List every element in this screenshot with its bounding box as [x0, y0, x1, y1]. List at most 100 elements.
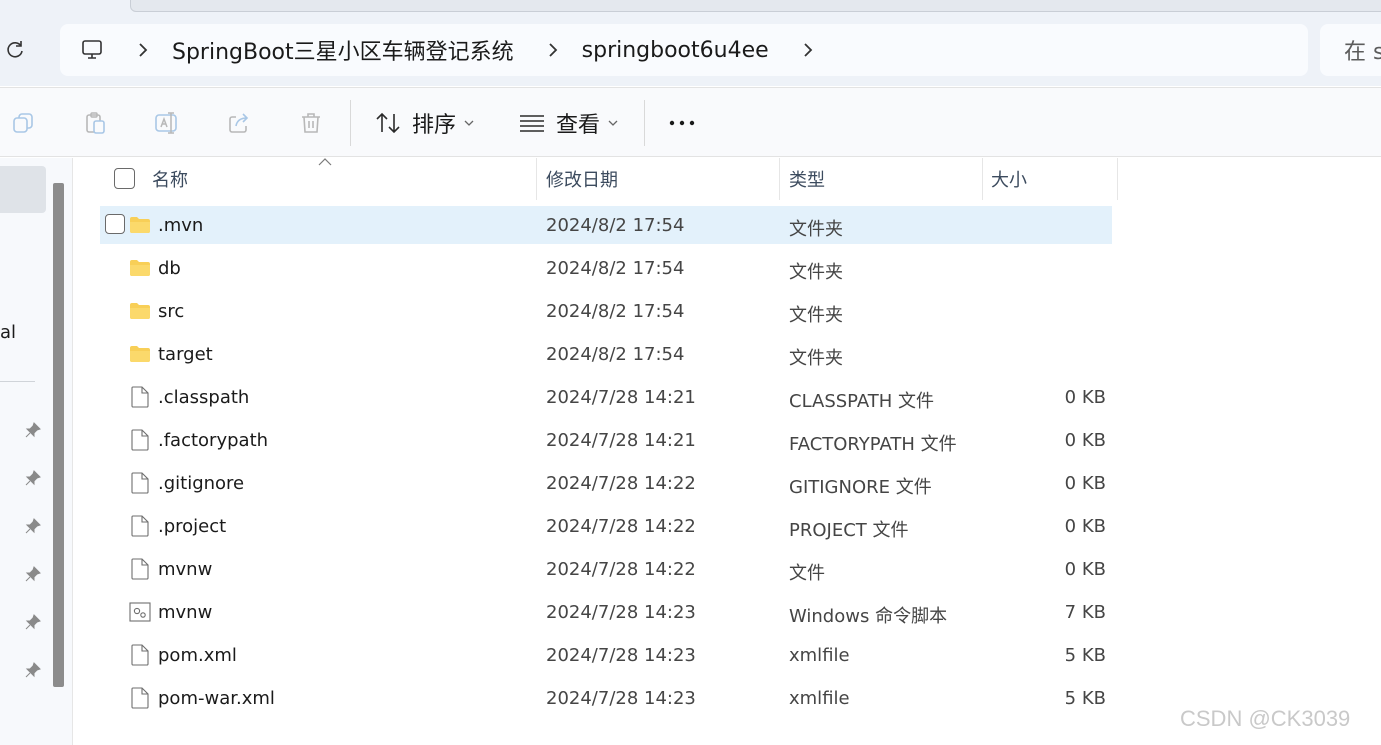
file-name[interactable]: target	[158, 344, 213, 365]
file-row[interactable]: .factorypath 2024/7/28 14:21 FACTORYPATH 文…	[100, 421, 1112, 459]
file-modified-date: 2024/8/2 17:54	[546, 344, 685, 365]
file-row[interactable]: .gitignore 2024/7/28 14:22 GITIGNORE 文件 0 K…	[100, 464, 1112, 502]
column-divider[interactable]	[536, 158, 537, 200]
column-divider[interactable]	[779, 158, 780, 200]
chevron-right-icon[interactable]	[801, 40, 815, 60]
rename-icon[interactable]	[154, 110, 180, 136]
file-row[interactable]: pom.xml 2024/7/28 14:23 xmlfile 5 KB	[100, 636, 1112, 674]
file-size: 0 KB	[1064, 516, 1106, 537]
file-name[interactable]: src	[158, 301, 184, 322]
pin-icon[interactable]	[24, 517, 42, 535]
chevron-right-icon[interactable]	[546, 40, 560, 60]
column-header-size[interactable]: 大小	[991, 166, 1027, 192]
nav-item-label[interactable]: al	[0, 322, 16, 343]
file-row[interactable]: db 2024/8/2 17:54 文件夹	[100, 249, 1112, 287]
paste-icon[interactable]	[82, 110, 108, 136]
sort-button[interactable]: 排序	[374, 104, 474, 142]
pin-icon[interactable]	[24, 565, 42, 583]
file-modified-date: 2024/8/2 17:54	[546, 215, 685, 236]
file-name[interactable]: .project	[158, 516, 226, 537]
file-type: GITIGNORE 文件	[789, 477, 932, 498]
file-modified-date: 2024/8/2 17:54	[546, 301, 685, 322]
file-icon	[129, 644, 151, 666]
file-type: 文件	[789, 563, 825, 584]
file-row[interactable]: .classpath 2024/7/28 14:21 CLASSPATH 文件 0 K…	[100, 378, 1112, 416]
copy-icon[interactable]	[10, 110, 36, 136]
file-modified-date: 2024/7/28 14:22	[546, 473, 696, 494]
pin-icon[interactable]	[24, 469, 42, 487]
file-name[interactable]: .classpath	[158, 387, 249, 408]
file-row[interactable]: src 2024/8/2 17:54 文件夹	[100, 292, 1112, 330]
watermark: CSDN @CK3039	[1180, 706, 1351, 731]
this-pc-icon[interactable]	[80, 39, 104, 61]
file-name[interactable]: .factorypath	[158, 430, 268, 451]
folder-icon	[129, 343, 151, 365]
folder-icon	[129, 300, 151, 322]
nav-item-selected[interactable]	[0, 166, 46, 213]
file-name[interactable]: .mvn	[158, 215, 203, 236]
file-row[interactable]: .project 2024/7/28 14:22 PROJECT 文件 0 KB	[100, 507, 1112, 545]
select-all-checkbox[interactable]	[114, 168, 135, 189]
column-header-row: 名称 修改日期 类型 大小	[100, 158, 1120, 200]
column-header-type[interactable]: 类型	[789, 166, 825, 192]
file-row[interactable]: .mvn 2024/8/2 17:54 文件夹	[100, 206, 1112, 244]
file-name[interactable]: db	[158, 258, 181, 279]
file-icon	[129, 472, 151, 494]
file-modified-date: 2024/7/28 14:22	[546, 559, 696, 580]
search-input[interactable]: 在 s	[1320, 24, 1381, 76]
sort-ascending-icon	[318, 158, 332, 166]
more-options-button[interactable]	[664, 108, 700, 138]
file-type: 文件夹	[789, 305, 843, 326]
sort-label: 排序	[412, 113, 457, 138]
file-name[interactable]: .gitignore	[158, 473, 244, 494]
command-bar: 排序 查看	[0, 87, 1381, 157]
column-header-date[interactable]: 修改日期	[546, 166, 618, 192]
file-name[interactable]: pom-war.xml	[158, 688, 275, 709]
toolbar-divider	[350, 100, 351, 146]
file-modified-date: 2024/7/28 14:23	[546, 688, 696, 709]
file-size: 0 KB	[1064, 387, 1106, 408]
view-button[interactable]: 查看	[518, 104, 618, 142]
refresh-button[interactable]	[2, 36, 28, 64]
file-type: Windows 命令脚本	[789, 606, 948, 627]
pin-icon[interactable]	[24, 421, 42, 439]
share-icon[interactable]	[226, 110, 252, 136]
breadcrumb-folder[interactable]: springboot6u4ee	[582, 38, 769, 63]
column-divider[interactable]	[1117, 158, 1118, 200]
column-divider[interactable]	[982, 158, 983, 200]
folder-icon	[129, 257, 151, 279]
view-list-icon	[518, 111, 546, 135]
file-name[interactable]: pom.xml	[158, 645, 237, 666]
column-header-name[interactable]: 名称	[152, 166, 188, 192]
file-row[interactable]: target 2024/8/2 17:54 文件夹	[100, 335, 1112, 373]
chevron-right-icon[interactable]	[136, 40, 150, 60]
pane-divider	[72, 158, 73, 745]
nav-scrollbar[interactable]	[53, 183, 64, 687]
file-modified-date: 2024/7/28 14:22	[546, 516, 696, 537]
file-type: xmlfile	[789, 645, 850, 666]
file-row[interactable]: pom-war.xml 2024/7/28 14:23 xmlfile 5 KB	[100, 679, 1112, 717]
file-icon	[129, 515, 151, 537]
file-type: 文件夹	[789, 348, 843, 369]
file-name[interactable]: mvnw	[158, 559, 212, 580]
file-name[interactable]: mvnw	[158, 602, 212, 623]
script-icon	[129, 601, 151, 623]
file-row[interactable]: mvnw 2024/7/28 14:23 Windows 命令脚本 7 KB	[100, 593, 1112, 631]
file-size: 5 KB	[1064, 688, 1106, 709]
file-type: FACTORYPATH 文件	[789, 434, 957, 455]
pin-icon[interactable]	[24, 661, 42, 679]
file-icon	[129, 429, 151, 451]
file-modified-date: 2024/7/28 14:23	[546, 602, 696, 623]
view-label: 查看	[556, 113, 601, 138]
row-checkbox[interactable]	[105, 214, 125, 234]
address-bar[interactable]: SpringBoot三星小区车辆登记系统 springboot6u4ee	[60, 24, 1308, 76]
file-size: 0 KB	[1064, 473, 1106, 494]
file-icon	[129, 386, 151, 408]
toolbar-divider	[644, 100, 645, 146]
more-icon	[669, 120, 695, 126]
file-row[interactable]: mvnw 2024/7/28 14:22 文件 0 KB	[100, 550, 1112, 588]
file-type: PROJECT 文件	[789, 520, 909, 541]
breadcrumb-project[interactable]: SpringBoot三星小区车辆登记系统	[172, 34, 514, 66]
delete-icon[interactable]	[298, 110, 324, 136]
pin-icon[interactable]	[24, 613, 42, 631]
